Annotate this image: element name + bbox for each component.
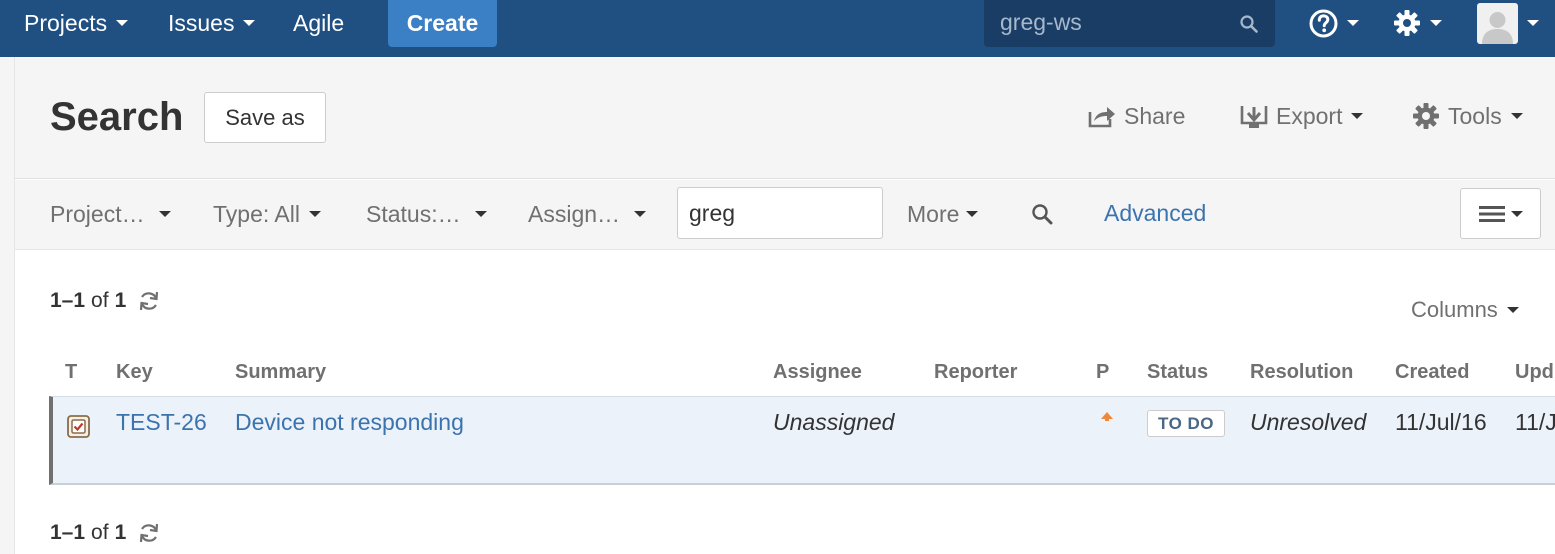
- search-icon[interactable]: [1031, 203, 1053, 225]
- results-range: 1–1: [50, 521, 86, 544]
- status-badge: TO DO: [1147, 410, 1226, 437]
- help-icon: [1309, 9, 1338, 37]
- results-total: 1: [114, 289, 127, 312]
- sidebar-gutter: [0, 57, 15, 554]
- issue-assignee: Unassigned: [773, 409, 895, 435]
- column-header-created[interactable]: Created: [1395, 361, 1469, 384]
- assignee-filter[interactable]: Assign…: [528, 200, 647, 228]
- chevron-down-icon: [308, 211, 321, 217]
- help-menu[interactable]: [1309, 0, 1359, 46]
- type-filter[interactable]: Type: All: [213, 200, 321, 228]
- avatar: [1477, 2, 1518, 44]
- advanced-search-link[interactable]: Advanced: [1104, 200, 1206, 227]
- project-filter-label: Project…: [50, 200, 145, 227]
- issue-resolution: Unresolved: [1250, 409, 1367, 435]
- export-icon: [1240, 106, 1268, 128]
- projects-menu[interactable]: Projects: [24, 0, 129, 46]
- tools-label: Tools: [1448, 102, 1502, 129]
- column-header-assignee[interactable]: Assignee: [773, 361, 862, 384]
- status-filter-label: Status:…: [366, 200, 461, 227]
- save-as-button[interactable]: Save as: [204, 92, 326, 143]
- share-button[interactable]: Share: [1088, 99, 1185, 133]
- column-header-resolution[interactable]: Resolution: [1250, 361, 1353, 384]
- issue-created-date: 11/Jul/16: [1395, 409, 1487, 435]
- chevron-down-icon: [1527, 20, 1539, 26]
- issue-updated-date: 11/J: [1515, 409, 1555, 435]
- more-filters-label: More: [907, 200, 960, 227]
- assignee-filter-label: Assign…: [528, 200, 621, 227]
- results-of: of: [91, 521, 109, 544]
- export-menu[interactable]: Export: [1240, 99, 1364, 133]
- chevron-down-icon: [966, 211, 979, 217]
- results-total: 1: [114, 521, 127, 544]
- share-icon: [1088, 107, 1115, 128]
- column-header-priority[interactable]: P: [1096, 361, 1109, 384]
- project-filter[interactable]: Project…: [50, 200, 171, 228]
- issues-menu-label: Issues: [168, 9, 235, 36]
- list-view-icon: [1478, 205, 1505, 222]
- chevron-down-icon: [243, 20, 256, 26]
- more-filters[interactable]: More: [907, 200, 979, 228]
- filter-bar: Project… Type: All Status:… Assign… More…: [15, 180, 1555, 250]
- results-range: 1–1: [50, 289, 86, 312]
- tools-menu[interactable]: Tools: [1412, 99, 1523, 133]
- issue-summary-link[interactable]: Device not responding: [235, 409, 464, 436]
- agile-menu-label: Agile: [293, 9, 345, 36]
- chevron-down-icon: [158, 211, 171, 217]
- columns-label: Columns: [1411, 297, 1498, 322]
- gear-icon: [1394, 10, 1420, 36]
- chevron-down-icon: [1510, 113, 1523, 119]
- results-count-bottom: 1–1 of 1: [50, 521, 160, 545]
- issue-key-link[interactable]: TEST-26: [116, 409, 207, 436]
- quick-search-input[interactable]: [1000, 0, 1230, 45]
- chevron-down-icon: [1430, 20, 1442, 26]
- type-filter-label: Type: All: [213, 200, 300, 227]
- chevron-down-icon: [1510, 210, 1523, 217]
- page-header: Search Save as Share Export Tools: [15, 57, 1555, 179]
- column-header-type[interactable]: T: [65, 361, 77, 384]
- search-icon[interactable]: [1240, 15, 1258, 33]
- priority-major-icon: [1101, 412, 1113, 421]
- chevron-down-icon: [1351, 113, 1364, 119]
- settings-menu[interactable]: [1393, 0, 1442, 46]
- issues-menu[interactable]: Issues: [168, 0, 256, 46]
- avatar-icon: [1482, 11, 1513, 44]
- column-header-summary[interactable]: Summary: [235, 361, 326, 384]
- chevron-down-icon: [474, 211, 487, 217]
- agile-menu[interactable]: Agile: [293, 0, 344, 46]
- export-label: Export: [1276, 102, 1343, 129]
- refresh-icon[interactable]: [138, 522, 160, 544]
- results-count-top: 1–1 of 1: [50, 289, 160, 313]
- column-header-reporter[interactable]: Reporter: [934, 361, 1017, 384]
- gear-icon: [1413, 103, 1439, 129]
- column-header-key[interactable]: Key: [116, 361, 153, 384]
- chevron-down-icon: [1347, 20, 1359, 26]
- create-button[interactable]: Create: [388, 0, 497, 47]
- table-row[interactable]: TEST-26 Device not responding Unassigned…: [49, 396, 1555, 485]
- chevron-down-icon: [634, 211, 647, 217]
- text-search-input[interactable]: [677, 187, 883, 239]
- task-icon: [67, 415, 90, 438]
- share-label: Share: [1124, 102, 1186, 129]
- refresh-icon[interactable]: [138, 290, 160, 312]
- column-header-status[interactable]: Status: [1147, 361, 1208, 384]
- status-filter[interactable]: Status:…: [366, 200, 487, 228]
- quick-search: [984, 0, 1275, 47]
- user-profile-menu[interactable]: [1477, 0, 1539, 46]
- layout-switcher-button[interactable]: [1460, 188, 1541, 239]
- columns-menu[interactable]: Columns: [1411, 297, 1519, 323]
- chevron-down-icon: [1506, 307, 1519, 313]
- column-header-updated[interactable]: Upd: [1515, 361, 1554, 384]
- chevron-down-icon: [116, 20, 129, 26]
- results-of: of: [91, 289, 109, 312]
- projects-menu-label: Projects: [24, 9, 108, 36]
- top-navigation-bar: Projects Issues Agile Create: [0, 0, 1555, 57]
- page-title: Search: [50, 95, 184, 139]
